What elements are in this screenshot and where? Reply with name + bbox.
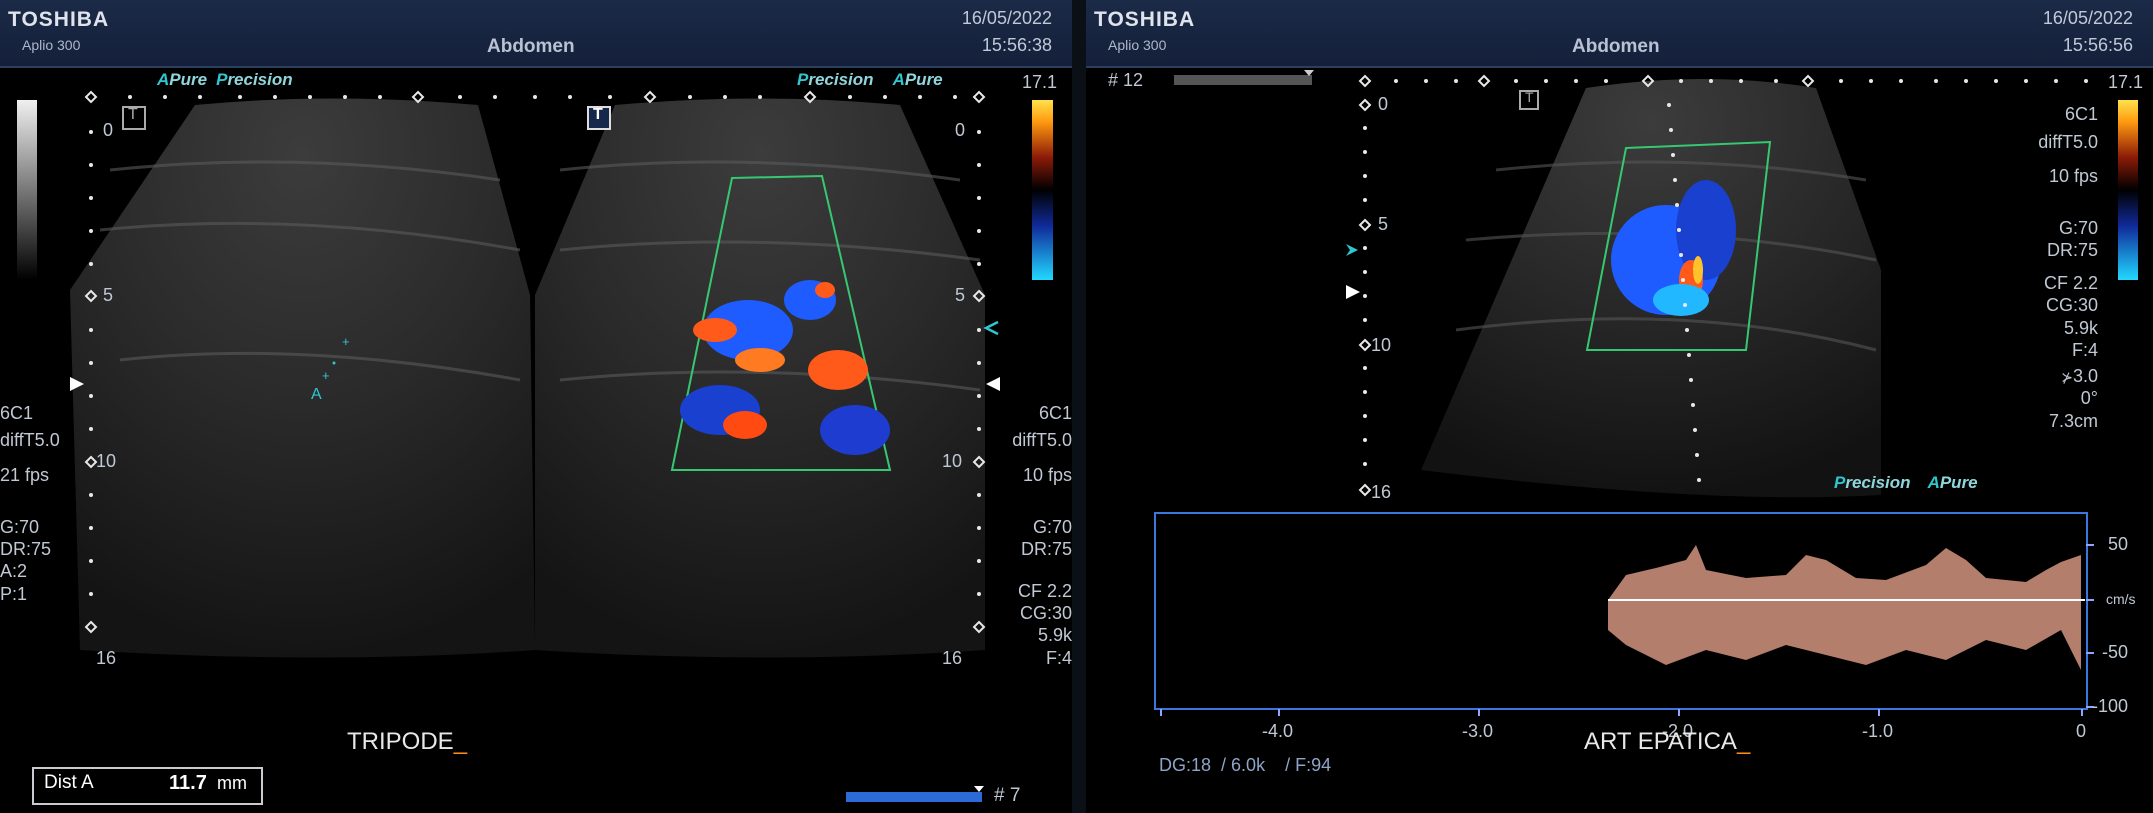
doppler-settings: DG:18 / 6.0k / F:94 [1159,755,1332,775]
param-cf: CF 2.2 [2043,273,2098,293]
depth-label-0-right: 0 [955,120,966,140]
param-dr: DR:75 [2046,240,2098,260]
depth-label-5-left: 5 [103,285,114,305]
param-harmonic: diffT5.0 [0,430,60,450]
lateral-scale-dots [128,95,957,99]
left-image-area: + + [17,90,1053,802]
depth-label-0: 0 [1378,94,1389,114]
color-scale-bar [1032,100,1053,280]
param-harmonic: diffT5.0 [2038,132,2098,152]
focus-marker-right [986,377,1000,391]
depth-label-16: 16 [1371,482,1392,502]
measure-value: 11.7 [169,772,207,794]
depth-scale-dots [1363,126,1367,466]
time-tick-neg4: -4.0 [1262,721,1294,741]
apure-precision-logo-left: APure Precision [157,70,293,89]
text-cursor: _ [453,728,468,755]
measure-unit: mm [217,773,247,793]
focus-marker [1346,285,1360,299]
measurement-box: Dist A 11.7 mm [32,767,263,805]
cine-frame-bar[interactable] [846,792,982,802]
color-scale-max: 17.1 [2108,72,2144,92]
depth-label-5-right: 5 [955,285,966,305]
param-gain: G:70 [0,517,40,537]
param-prf: 5.9k [2063,318,2098,338]
t-icon-label: T [1525,89,1534,105]
depth-label-10: 10 [1371,335,1392,355]
color-baseline-marker [983,320,999,336]
param-gain: G:70 [2058,218,2098,238]
color-scale-max: 17.1 [1022,72,1058,92]
param-angle: 0° [2080,388,2098,408]
param-gate-depth: 7.3cm [2048,411,2098,431]
param-angle-correction: ⊁3.0 [2061,366,2098,386]
depth-label-10-right: 10 [942,451,963,471]
svg-text:+: + [342,334,350,349]
right-ultrasound-panel: TOSHIBA Aplio 300 Abdomen 16/05/2022 15:… [1086,0,2153,813]
frame-number: # 7 [994,785,1021,806]
depth-label-16-right: 16 [942,648,963,668]
time-tick-neg3: -3.0 [1462,721,1494,741]
t-icon-right-label: T [593,106,603,123]
depth-label-16-left: 16 [96,648,117,668]
annotation-text[interactable]: TRIPODE_ [347,728,467,756]
depth-label-0-left: 0 [103,120,114,140]
depth-label-10-left: 10 [96,451,117,471]
panel-divider [1072,0,1086,813]
param-p: P:1 [0,584,28,604]
left-ultrasound-panel: TOSHIBA Aplio 300 Abdomen 16/05/2022 15:… [0,0,1072,813]
param-gain-cf: G:70 [1032,517,1072,537]
param-fps: 21 fps [0,465,50,485]
param-dr-cf: DR:75 [1020,539,1072,559]
param-cg: CG:30 [2045,295,2098,315]
svg-text:+: + [322,368,330,383]
precision-apure-logo: Precision APure [1834,473,1978,492]
param-transducer: 6C1 [0,403,34,423]
depth-label-5: 5 [1378,214,1389,234]
param-cg: CG:30 [1019,603,1072,623]
right-image-area [1154,70,2138,716]
param-fps-cf: 10 fps [1022,465,1072,485]
annotation-text[interactable]: ART EPATICA_ [1584,728,1750,756]
bmode-sector-right [535,98,985,658]
time-tick-0: 0 [2076,721,2087,741]
caliper-label: A [311,386,322,403]
param-dr: DR:75 [0,539,52,559]
measure-label: Dist A [44,772,94,793]
param-harmonic-cf: diffT5.0 [1012,430,1072,450]
precision-apure-logo-right: Precision APure [797,70,943,89]
param-prf: 5.9k [1037,625,1072,645]
angle-icon: ⊁ [2061,369,2073,385]
velocity-tick-50: 50 [2108,534,2129,554]
grayscale-bar [17,100,37,280]
cine-frame-bar[interactable] [1174,75,1312,85]
time-tick-neg1: -1.0 [1862,721,1894,741]
param-filter: F:4 [2071,340,2098,360]
text-cursor: _ [1736,728,1751,755]
velocity-tick-neg50: -50 [2102,642,2129,662]
t-icon-left-label: T [128,106,138,123]
param-filter: F:4 [1045,648,1072,668]
param-fps: 10 fps [2048,166,2098,186]
param-transducer-cf: 6C1 [1038,403,1072,423]
velocity-tick-neg100: -100 [2092,696,2129,716]
color-scale-bar [2118,100,2138,280]
param-cf: CF 2.2 [1017,581,1072,601]
velocity-unit: cm/s [2106,591,2136,607]
param-a: A:2 [0,561,28,581]
frame-number: # 12 [1108,70,1144,90]
param-transducer: 6C1 [2064,104,2098,124]
bmode-sector-left [70,98,535,658]
color-baseline-marker [1346,244,1358,256]
